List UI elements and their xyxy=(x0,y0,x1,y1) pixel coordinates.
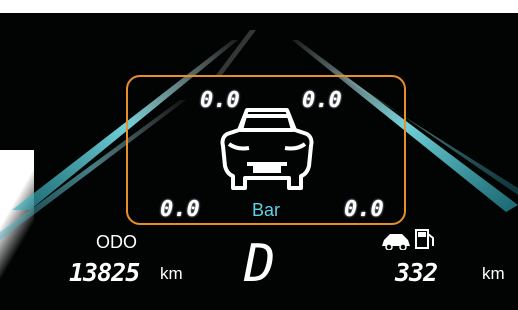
rear-right-pressure: 0.0 xyxy=(344,197,384,222)
range-value: 332 xyxy=(395,258,438,287)
gear-indicator: D xyxy=(244,234,276,294)
range-unit: km xyxy=(482,264,505,283)
odometer-label: ODO xyxy=(96,232,138,252)
odometer-unit: km xyxy=(160,264,183,283)
car-fuel-icon xyxy=(382,229,434,250)
car-rear-icon xyxy=(220,108,314,190)
odometer-value: 13825 xyxy=(69,258,140,287)
rear-left-pressure: 0.0 xyxy=(160,197,200,222)
pressure-unit: Bar xyxy=(252,200,281,220)
